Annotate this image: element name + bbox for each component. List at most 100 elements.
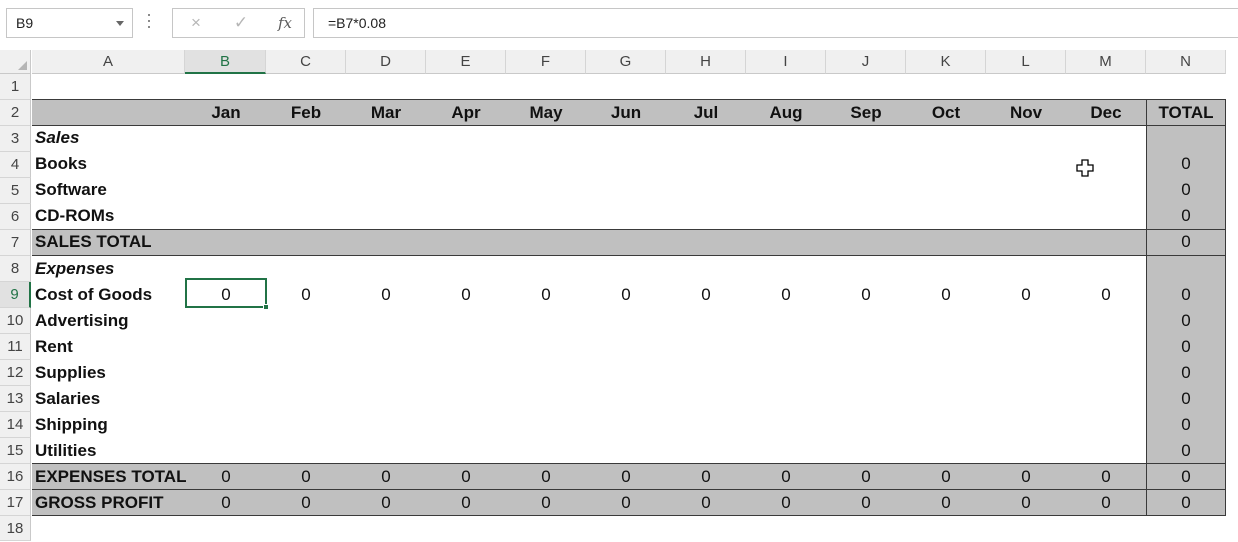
total-expenses-total[interactable]: 0 (1146, 467, 1226, 487)
month-header[interactable]: May (506, 103, 586, 123)
expenses-total-value[interactable]: 0 (186, 467, 266, 487)
cost-of-goods-value[interactable]: 0 (426, 285, 506, 305)
column-header-h[interactable]: H (666, 50, 746, 74)
gross-profit-value[interactable]: 0 (186, 493, 266, 513)
expenses-total-value[interactable]: 0 (666, 467, 746, 487)
row-header[interactable]: 16 (0, 464, 31, 490)
total-cost-of-goods[interactable]: 0 (1146, 285, 1226, 305)
total-shipping[interactable]: 0 (1146, 415, 1226, 435)
expenses-total-value[interactable]: 0 (506, 467, 586, 487)
gross-profit-value[interactable]: 0 (426, 493, 506, 513)
row-header[interactable]: 4 (0, 152, 31, 178)
expenses-total-value[interactable]: 0 (986, 467, 1066, 487)
label-salaries[interactable]: Salaries (35, 389, 100, 409)
label-cost-of-goods[interactable]: Cost of Goods (35, 285, 152, 305)
name-box[interactable]: B9 (6, 8, 133, 38)
gross-profit-value[interactable]: 0 (826, 493, 906, 513)
function-icon[interactable]: fx (270, 12, 300, 34)
check-icon[interactable]: ✓ (226, 12, 256, 34)
select-all-button[interactable] (0, 50, 31, 74)
column-header-b[interactable]: B (185, 50, 266, 74)
expenses-total-value[interactable]: 0 (346, 467, 426, 487)
column-header-a[interactable]: A (32, 50, 185, 74)
expenses-total-value[interactable]: 0 (906, 467, 986, 487)
month-header[interactable]: Nov (986, 103, 1066, 123)
expenses-total-value[interactable]: 0 (426, 467, 506, 487)
column-header-f[interactable]: F (506, 50, 586, 74)
expenses-total-value[interactable]: 0 (586, 467, 666, 487)
column-header-l[interactable]: L (986, 50, 1066, 74)
label-gross-profit[interactable]: GROSS PROFIT (35, 493, 163, 513)
row-header[interactable]: 18 (0, 516, 31, 541)
row-header[interactable]: 12 (0, 360, 31, 386)
close-icon[interactable]: × (181, 12, 211, 34)
formula-input[interactable]: =B7*0.08 (313, 8, 1238, 38)
row-header[interactable]: 17 (0, 490, 31, 516)
total-header[interactable]: TOTAL (1146, 103, 1226, 123)
column-header-g[interactable]: G (586, 50, 666, 74)
cost-of-goods-value[interactable]: 0 (586, 285, 666, 305)
active-cell-selection[interactable] (185, 278, 267, 308)
label-expenses[interactable]: Expenses (35, 259, 114, 279)
total-gross-profit[interactable]: 0 (1146, 493, 1226, 513)
cost-of-goods-value[interactable]: 0 (826, 285, 906, 305)
cost-of-goods-value[interactable]: 0 (906, 285, 986, 305)
row-header-selected[interactable]: 9 (0, 282, 31, 308)
month-header[interactable]: Oct (906, 103, 986, 123)
row-header[interactable]: 14 (0, 412, 31, 438)
row-header[interactable]: 3 (0, 126, 31, 152)
name-box-value[interactable]: B9 (16, 15, 33, 31)
grip-handle-icon[interactable] (148, 14, 151, 32)
month-header[interactable]: Aug (746, 103, 826, 123)
column-header-e[interactable]: E (426, 50, 506, 74)
month-header[interactable]: Jan (186, 103, 266, 123)
gross-profit-value[interactable]: 0 (666, 493, 746, 513)
row-header[interactable]: 11 (0, 334, 31, 360)
column-header-m[interactable]: M (1066, 50, 1146, 74)
column-header-k[interactable]: K (906, 50, 986, 74)
label-utilities[interactable]: Utilities (35, 441, 96, 461)
gross-profit-value[interactable]: 0 (266, 493, 346, 513)
cost-of-goods-value[interactable]: 0 (266, 285, 346, 305)
row-header[interactable]: 10 (0, 308, 31, 334)
row-header[interactable]: 1 (0, 74, 31, 100)
month-header[interactable]: Jun (586, 103, 666, 123)
month-header[interactable]: Mar (346, 103, 426, 123)
gross-profit-value[interactable]: 0 (906, 493, 986, 513)
label-books[interactable]: Books (35, 154, 87, 174)
month-header[interactable]: Apr (426, 103, 506, 123)
gross-profit-value[interactable]: 0 (1066, 493, 1146, 513)
gross-profit-value[interactable]: 0 (986, 493, 1066, 513)
month-header[interactable]: Sep (826, 103, 906, 123)
row-header[interactable]: 7 (0, 230, 31, 256)
label-software[interactable]: Software (35, 180, 107, 200)
label-advertising[interactable]: Advertising (35, 311, 129, 331)
row-header[interactable]: 15 (0, 438, 31, 464)
row-header[interactable]: 13 (0, 386, 31, 412)
label-expenses-total[interactable]: EXPENSES TOTAL (35, 467, 186, 487)
label-supplies[interactable]: Supplies (35, 363, 106, 383)
chevron-down-icon[interactable] (116, 21, 124, 26)
month-header[interactable]: Jul (666, 103, 746, 123)
expenses-total-value[interactable]: 0 (826, 467, 906, 487)
column-header-c[interactable]: C (266, 50, 346, 74)
row-header[interactable]: 6 (0, 204, 31, 230)
cost-of-goods-value[interactable]: 0 (506, 285, 586, 305)
total-books[interactable]: 0 (1146, 154, 1226, 174)
row-header[interactable]: 8 (0, 256, 31, 282)
expenses-total-value[interactable]: 0 (266, 467, 346, 487)
gross-profit-value[interactable]: 0 (586, 493, 666, 513)
formula-text[interactable]: =B7*0.08 (328, 15, 386, 31)
total-advertising[interactable]: 0 (1146, 311, 1226, 331)
month-header[interactable]: Dec (1066, 103, 1146, 123)
column-header-n[interactable]: N (1146, 50, 1226, 74)
total-salaries[interactable]: 0 (1146, 389, 1226, 409)
cost-of-goods-value[interactable]: 0 (746, 285, 826, 305)
total-rent[interactable]: 0 (1146, 337, 1226, 357)
total-software[interactable]: 0 (1146, 180, 1226, 200)
column-header-d[interactable]: D (346, 50, 426, 74)
column-header-i[interactable]: I (746, 50, 826, 74)
gross-profit-value[interactable]: 0 (506, 493, 586, 513)
fill-handle[interactable] (263, 304, 269, 310)
row-header[interactable]: 5 (0, 178, 31, 204)
